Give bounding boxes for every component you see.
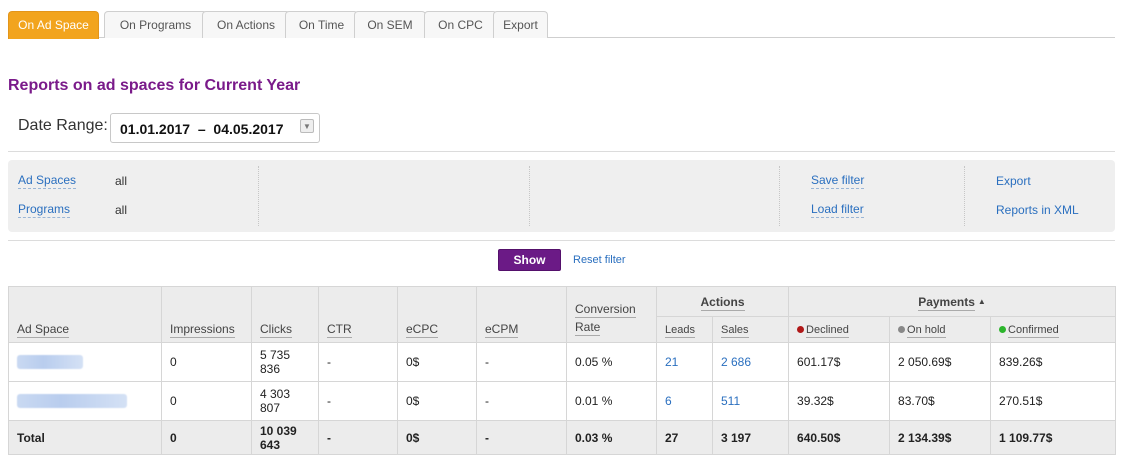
leads-total: 27 bbox=[656, 420, 713, 455]
tab-on-sem[interactable]: On SEM bbox=[354, 11, 426, 38]
reports-in-xml-link[interactable]: Reports in XML bbox=[996, 203, 1079, 217]
clicks-total: 10 039 643 bbox=[251, 420, 319, 455]
tab-on-ad-space[interactable]: On Ad Space bbox=[8, 11, 99, 39]
ad-space-name-redacted[interactable] bbox=[17, 355, 83, 370]
date-range-value: 01.01.2017 – 04.05.2017 bbox=[120, 121, 284, 137]
page-title: Reports on ad spaces for Current Year bbox=[8, 77, 301, 94]
conversion-rate-total: 0.03 % bbox=[566, 420, 657, 455]
tab-on-actions[interactable]: On Actions bbox=[202, 11, 290, 38]
tab-export[interactable]: Export bbox=[493, 11, 548, 38]
impressions-cell: 0 bbox=[161, 381, 252, 421]
ad-space-cell[interactable] bbox=[8, 381, 162, 421]
conversion-rate-cell: 0.05 % bbox=[566, 342, 657, 382]
declined-total: 640.50$ bbox=[788, 420, 891, 455]
column-header-ecpc[interactable]: eCPC bbox=[397, 286, 477, 343]
clicks-cell: 5 735 836 bbox=[251, 342, 319, 382]
reset-filter-link[interactable]: Reset filter bbox=[573, 254, 626, 266]
leads-cell[interactable]: 21 bbox=[656, 342, 713, 382]
sales-cell[interactable]: 2 686 bbox=[711, 342, 790, 382]
sales-link[interactable]: 511 bbox=[721, 394, 740, 408]
column-header-confirmed[interactable]: Confirmed bbox=[990, 316, 1117, 343]
column-header-ctr[interactable]: CTR bbox=[318, 286, 398, 343]
column-header-sales[interactable]: Sales bbox=[711, 316, 790, 343]
sales-cell[interactable]: 511 bbox=[711, 381, 790, 421]
programs-filter-value: all bbox=[115, 203, 128, 217]
divider bbox=[779, 166, 780, 226]
filter-panel: Ad Spaces all Programs all Save filter L… bbox=[8, 160, 1115, 232]
leads-cell[interactable]: 6 bbox=[656, 381, 713, 421]
divider bbox=[8, 151, 1115, 152]
sales-link[interactable]: 2 686 bbox=[721, 355, 751, 369]
tab-on-cpc[interactable]: On CPC bbox=[424, 11, 497, 38]
ecpm-total: - bbox=[476, 420, 567, 455]
ecpm-cell: - bbox=[476, 342, 567, 382]
column-header-conversion-rate[interactable]: Conversion Rate bbox=[566, 286, 657, 343]
total-row: Total 0 10 039 643 - 0$ - 0.03 % 27 3 19… bbox=[8, 420, 1117, 455]
report-table: Ad Space Impressions Clicks CTR eCPC eCP… bbox=[8, 286, 1117, 455]
export-link[interactable]: Export bbox=[996, 174, 1031, 188]
confirmed-cell: 839.26$ bbox=[990, 342, 1117, 382]
report-tabs: On Ad Space On Programs On Actions On Ti… bbox=[8, 11, 1115, 39]
impressions-total: 0 bbox=[161, 420, 252, 455]
confirmed-total: 1 109.77$ bbox=[990, 420, 1117, 455]
declined-cell: 601.17$ bbox=[788, 342, 891, 382]
divider bbox=[8, 240, 1115, 241]
divider bbox=[529, 166, 530, 226]
confirmed-status-icon bbox=[999, 325, 1007, 333]
ctr-cell: - bbox=[318, 381, 398, 421]
divider bbox=[258, 166, 259, 226]
impressions-cell: 0 bbox=[161, 342, 252, 382]
column-header-on-hold[interactable]: On hold bbox=[889, 316, 992, 343]
clicks-cell: 4 303 807 bbox=[251, 381, 319, 421]
ecpc-cell: 0$ bbox=[397, 342, 477, 382]
ctr-cell: - bbox=[318, 342, 398, 382]
chevron-down-icon[interactable]: ▼ bbox=[300, 119, 314, 133]
tab-on-time[interactable]: On Time bbox=[285, 11, 358, 38]
ecpm-cell: - bbox=[476, 381, 567, 421]
on-hold-total: 2 134.39$ bbox=[889, 420, 992, 455]
leads-link[interactable]: 21 bbox=[665, 355, 678, 369]
column-header-declined[interactable]: Declined bbox=[788, 316, 891, 343]
leads-link[interactable]: 6 bbox=[665, 394, 672, 408]
declined-status-icon bbox=[797, 325, 805, 333]
conversion-rate-cell: 0.01 % bbox=[566, 381, 657, 421]
column-header-clicks[interactable]: Clicks bbox=[251, 286, 319, 343]
column-header-ecpm[interactable]: eCPM bbox=[476, 286, 567, 343]
column-group-payments[interactable]: Payments ▲ bbox=[788, 286, 1117, 317]
ad-space-name-redacted[interactable] bbox=[17, 394, 127, 409]
declined-cell: 39.32$ bbox=[788, 381, 891, 421]
total-label: Total bbox=[8, 420, 162, 455]
table-row: 0 5 735 836 - 0$ - 0.05 % 21 2 686 601.1… bbox=[8, 342, 1117, 382]
sales-total: 3 197 bbox=[711, 420, 790, 455]
ctr-total: - bbox=[318, 420, 398, 455]
on-hold-cell: 83.70$ bbox=[889, 381, 992, 421]
ad-space-cell[interactable] bbox=[8, 342, 162, 382]
sort-asc-icon: ▲ bbox=[977, 296, 986, 306]
on-hold-status-icon bbox=[898, 325, 906, 333]
date-range-picker[interactable]: 01.01.2017 – 04.05.2017 ▼ bbox=[110, 113, 320, 143]
divider bbox=[964, 166, 965, 226]
ecpc-cell: 0$ bbox=[397, 381, 477, 421]
show-button[interactable]: Show bbox=[498, 249, 561, 271]
column-header-impressions[interactable]: Impressions bbox=[161, 286, 252, 343]
ad-spaces-filter-value: all bbox=[115, 174, 128, 188]
tab-on-programs[interactable]: On Programs bbox=[104, 11, 207, 38]
table-row: 0 4 303 807 - 0$ - 0.01 % 6 511 39.32$ 8… bbox=[8, 381, 1117, 421]
date-range-label: Date Range: bbox=[18, 117, 108, 134]
on-hold-cell: 2 050.69$ bbox=[889, 342, 992, 382]
ad-spaces-filter-link[interactable]: Ad Spaces bbox=[18, 173, 77, 189]
programs-filter-link[interactable]: Programs bbox=[18, 202, 71, 218]
column-header-ad-space[interactable]: Ad Space bbox=[8, 286, 162, 343]
load-filter-link[interactable]: Load filter bbox=[811, 202, 864, 218]
confirmed-cell: 270.51$ bbox=[990, 381, 1117, 421]
save-filter-link[interactable]: Save filter bbox=[811, 173, 865, 189]
column-group-actions[interactable]: Actions bbox=[655, 286, 790, 317]
column-header-leads[interactable]: Leads bbox=[656, 316, 713, 343]
ecpc-total: 0$ bbox=[397, 420, 477, 455]
